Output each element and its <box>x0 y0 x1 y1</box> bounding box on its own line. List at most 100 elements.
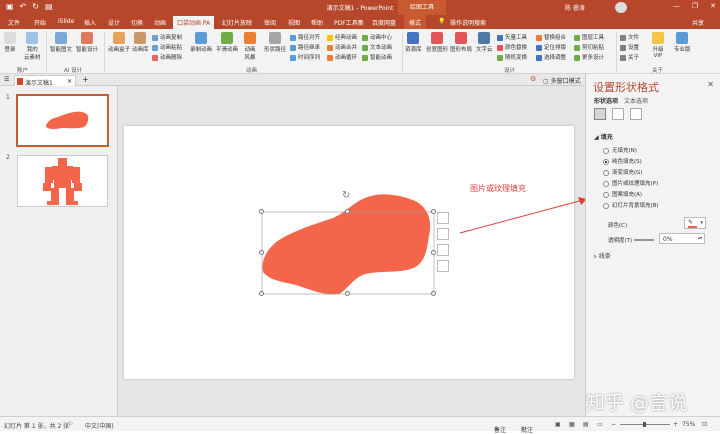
fill-line-icon[interactable] <box>594 108 606 120</box>
minimize-button[interactable]: — <box>673 2 680 10</box>
close-button[interactable]: ✕ <box>710 2 716 10</box>
vector-tools-button[interactable]: 矢量工具 <box>497 33 527 41</box>
radio-slide-background-fill[interactable]: 幻灯片背景填充(B) <box>603 201 659 209</box>
slide-thumbnail-1[interactable] <box>16 94 109 147</box>
gear-icon[interactable]: ⚙ <box>530 75 536 83</box>
tab-view[interactable]: 视图 <box>288 18 300 27</box>
login-button[interactable]: 登录 <box>4 32 16 53</box>
smart-anim-button[interactable]: 智能动画 <box>362 53 392 61</box>
radio-no-fill[interactable]: 无填充(N) <box>603 146 637 154</box>
anim-style-button[interactable]: 动画 风暴 <box>244 32 256 61</box>
smooth-anim-button[interactable]: 平滑动画 <box>216 32 238 53</box>
zoom-slider-thumb[interactable] <box>643 422 646 427</box>
tab-transitions[interactable]: 切换 <box>131 18 143 27</box>
shape-path-button[interactable]: 形状路径 <box>264 32 286 53</box>
select-resize-button[interactable]: 选择调整 <box>536 53 566 61</box>
selected-car-shape[interactable] <box>255 190 445 300</box>
shape-style-icon[interactable] <box>437 244 449 256</box>
zoom-out-button[interactable]: − <box>611 421 616 428</box>
tab-review[interactable]: 审阅 <box>264 18 276 27</box>
tab-design[interactable]: 设计 <box>108 18 120 27</box>
zoom-in-button[interactable]: + <box>673 421 678 428</box>
resize-handle[interactable] <box>259 250 264 255</box>
language-status[interactable]: 中文(中国) <box>85 421 114 430</box>
avatar[interactable] <box>615 2 627 13</box>
resize-handle[interactable] <box>431 291 436 296</box>
tab-format[interactable]: 格式 <box>404 15 427 29</box>
tab-insert[interactable]: 插入 <box>84 18 96 27</box>
reading-view-icon[interactable]: ▤ <box>583 421 589 428</box>
transparency-input[interactable]: 0% ▴▾ <box>659 233 705 244</box>
radio-picture-texture-fill[interactable]: 图片或纹理填充(P) <box>603 179 658 187</box>
spinner-icon[interactable]: ▴▾ <box>698 235 702 240</box>
tab-animations[interactable]: 动画 <box>154 18 166 27</box>
anim-paste-button[interactable]: 动画粘贴 <box>152 43 182 51</box>
settings-button[interactable]: 设置 <box>620 43 639 51</box>
tab-pdf-tools[interactable]: PDF工具集 <box>334 18 364 27</box>
path-align-button[interactable]: 路径对齐 <box>290 33 320 41</box>
fill-section-header[interactable]: ◢ 填充 <box>594 132 613 141</box>
replace-combine-button[interactable]: 替换组合 <box>536 33 566 41</box>
tab-pocket-animation[interactable]: 口袋动画 PA <box>173 16 215 29</box>
anim-center-button[interactable]: 动画中心 <box>362 33 392 41</box>
rotate-handle-icon[interactable]: ↻ <box>342 190 350 201</box>
close-pane-button[interactable]: ✕ <box>707 80 714 89</box>
position-arrange-button[interactable]: 定位排版 <box>536 43 566 51</box>
user-name[interactable]: 陈 睿涛 <box>565 3 585 12</box>
crop-icon[interactable] <box>437 260 449 272</box>
tab-help[interactable]: 帮助 <box>311 18 323 27</box>
share-button[interactable]: 共享 <box>692 18 704 27</box>
tab-islide[interactable]: iSlide <box>58 18 74 25</box>
slideshow-view-icon[interactable]: ▭ <box>597 421 603 428</box>
shape-tools-button[interactable]: 图层工具 <box>574 33 604 41</box>
smart-graphic-button[interactable]: 智能图文 <box>50 32 72 53</box>
close-tab-icon[interactable]: ✕ <box>67 78 72 85</box>
document-tab[interactable]: 演示文稿1 ✕ <box>14 75 76 87</box>
my-cloud-button[interactable]: 我的 云素材 <box>24 32 41 61</box>
multi-window-button[interactable]: ▢ 多窗口模式 <box>543 76 581 85</box>
restore-button[interactable]: ❐ <box>692 2 698 10</box>
radio-pattern-fill[interactable]: 图案填充(A) <box>603 190 642 198</box>
smart-design-button[interactable]: 智能设计 <box>76 32 98 53</box>
anim-loop-button[interactable]: 动画循环 <box>327 53 357 61</box>
tab-text-options[interactable]: 文本选项 <box>624 96 648 105</box>
line-section-header[interactable]: ▹ 线条 <box>594 251 611 260</box>
upgrade-vip-button[interactable]: 升级 VIP <box>652 32 664 59</box>
tab-slideshow[interactable]: 幻灯片放映 <box>222 18 252 27</box>
collapse-icon[interactable] <box>437 212 449 224</box>
layout-options-icon[interactable] <box>437 228 449 240</box>
tab-baidu-netdisk[interactable]: 百度网盘 <box>372 18 396 27</box>
cut-paste-button[interactable]: 剪切粘贴 <box>574 43 604 51</box>
transparency-slider[interactable] <box>634 239 654 241</box>
tab-shape-options[interactable]: 形状选项 <box>594 96 618 105</box>
accessibility-icon[interactable]: ⚐ <box>68 421 73 428</box>
anim-copy-button[interactable]: 动画复制 <box>152 33 182 41</box>
rec-anim-button[interactable]: 录制动画 <box>190 32 212 53</box>
file-menu-button[interactable]: 文件 <box>620 33 639 41</box>
time-seq-button[interactable]: 时间序列 <box>290 53 320 61</box>
slide-thumbnail-2[interactable] <box>17 155 108 207</box>
res-lib-button[interactable]: 资源库 <box>405 32 422 53</box>
tab-file[interactable]: 文件 <box>8 18 20 27</box>
resize-handle[interactable] <box>259 291 264 296</box>
normal-view-icon[interactable]: ▣ <box>555 421 561 428</box>
tab-list-icon[interactable]: ☰ <box>4 76 9 83</box>
new-tab-icon[interactable]: + <box>82 75 89 84</box>
resize-handle[interactable] <box>345 291 350 296</box>
anim-merge-button[interactable]: 动画合并 <box>327 43 357 51</box>
anim-delete-button[interactable]: 动画删除 <box>152 53 182 61</box>
color-replace-button[interactable]: 颜色替换 <box>497 43 527 51</box>
zoom-level[interactable]: 75% <box>682 421 695 428</box>
shape-layout-button[interactable]: 图形布局 <box>450 32 472 53</box>
fill-color-picker[interactable]: ✎ ▾ <box>684 217 706 229</box>
resize-handle[interactable] <box>259 209 264 214</box>
about-button[interactable]: 关于 <box>620 53 639 61</box>
classic-anim-button[interactable]: 经典动画 <box>327 33 357 41</box>
text-anim-button[interactable]: 文本动画 <box>362 43 392 51</box>
tab-home[interactable]: 开始 <box>34 18 46 27</box>
effects-icon[interactable] <box>612 108 624 120</box>
anim-lib-button[interactable]: 动画库 <box>132 32 149 53</box>
text-cloud-button[interactable]: 文字云 <box>476 32 493 53</box>
size-properties-icon[interactable] <box>630 108 642 120</box>
slide-sorter-icon[interactable]: ▦ <box>569 421 575 428</box>
